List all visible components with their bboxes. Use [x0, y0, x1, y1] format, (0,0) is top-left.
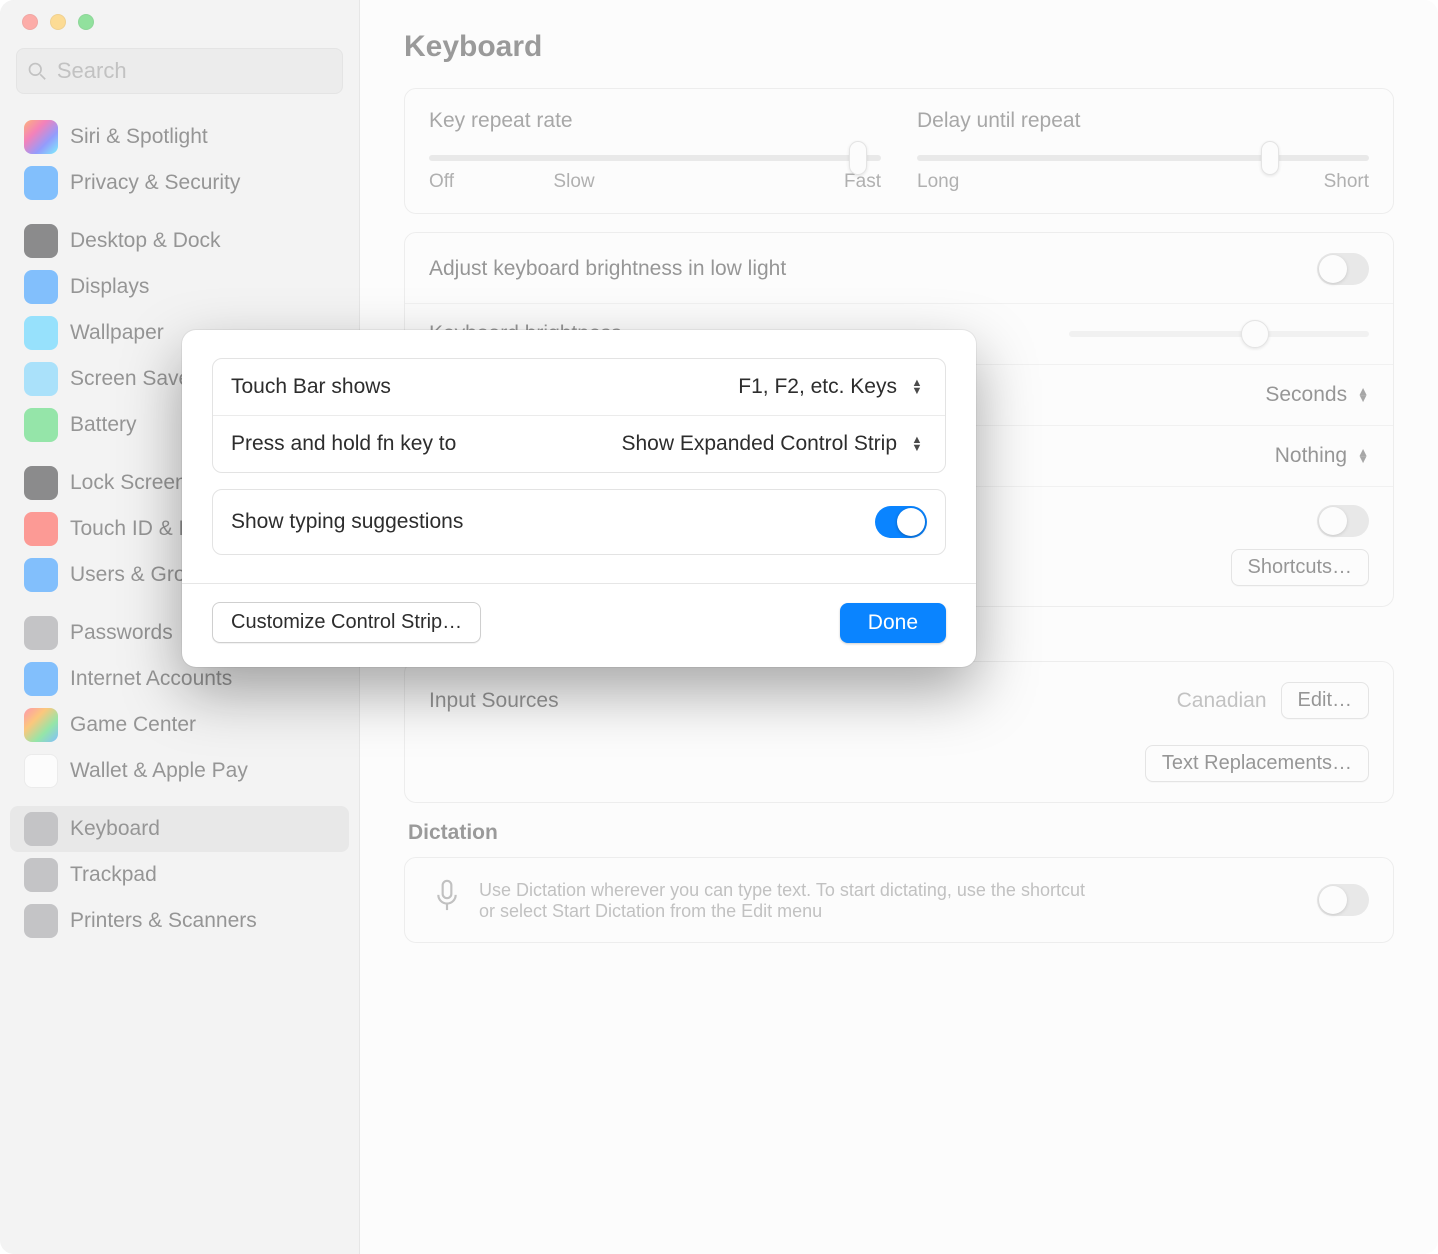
- customize-control-strip-button[interactable]: Customize Control Strip…: [212, 602, 481, 643]
- touch-bar-shows-popup[interactable]: F1, F2, etc. Keys ▲▼: [738, 375, 927, 399]
- chevron-updown-icon: ▲▼: [907, 375, 927, 399]
- press-hold-fn-label: Press and hold fn key to: [231, 432, 456, 456]
- done-button[interactable]: Done: [840, 603, 946, 643]
- typing-suggestions-label: Show typing suggestions: [231, 510, 463, 534]
- press-hold-fn-popup[interactable]: Show Expanded Control Strip ▲▼: [622, 432, 928, 456]
- touch-bar-shows-label: Touch Bar shows: [231, 375, 391, 399]
- system-settings-window: Siri & SpotlightPrivacy & SecurityDeskto…: [0, 0, 1438, 1254]
- touch-bar-settings-sheet: Touch Bar shows F1, F2, etc. Keys ▲▼ Pre…: [182, 330, 976, 667]
- chevron-updown-icon: ▲▼: [907, 432, 927, 456]
- typing-suggestions-toggle[interactable]: [875, 506, 927, 538]
- touch-bar-options-list: Touch Bar shows F1, F2, etc. Keys ▲▼ Pre…: [212, 358, 946, 473]
